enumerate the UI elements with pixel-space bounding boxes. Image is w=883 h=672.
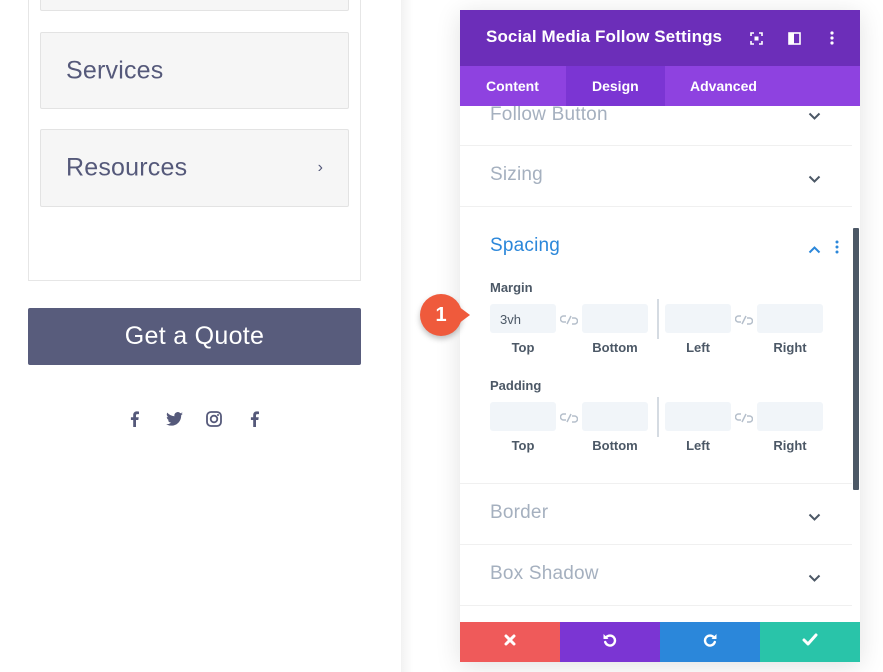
modal-title: Social Media Follow Settings <box>486 27 723 46</box>
get-a-quote-button[interactable]: Get a Quote <box>28 308 361 365</box>
tab-advanced[interactable]: Advanced <box>664 66 783 106</box>
margin-left-input[interactable] <box>665 304 731 333</box>
tab-design[interactable]: Design <box>566 66 665 106</box>
discard-button[interactable] <box>460 622 560 662</box>
link-icon[interactable] <box>559 411 579 423</box>
section-title: Border <box>490 502 549 523</box>
top-label: Top <box>511 340 535 355</box>
bottom-label: Bottom <box>592 340 638 355</box>
section-follow-button[interactable]: Follow Button <box>460 106 852 146</box>
left-label: Left <box>686 340 710 355</box>
chevron-up-icon[interactable] <box>808 241 821 259</box>
header-actions <box>746 28 842 48</box>
social-follow-row <box>124 408 264 430</box>
instagram-icon[interactable] <box>204 408 224 430</box>
chevron-right-icon: › <box>317 159 323 176</box>
step-badge: 1 <box>420 294 462 336</box>
link-icon[interactable] <box>734 411 754 423</box>
undo-button[interactable] <box>560 622 660 662</box>
more-options-icon[interactable] <box>822 28 842 48</box>
modal-header: Social Media Follow Settings <box>460 10 860 66</box>
facebook-icon[interactable] <box>244 408 264 430</box>
fullscreen-icon[interactable] <box>746 28 766 48</box>
split-view-icon[interactable] <box>784 28 804 48</box>
page-edge-shadow <box>401 0 413 672</box>
left-label: Left <box>686 438 710 453</box>
close-icon <box>504 633 516 651</box>
padding-left-input[interactable] <box>665 402 731 431</box>
save-button[interactable] <box>760 622 860 662</box>
padding-top-input[interactable] <box>490 402 556 431</box>
menu-item-services[interactable]: Services <box>40 32 349 109</box>
margin-bottom-input[interactable] <box>582 304 648 333</box>
chevron-down-icon <box>808 509 821 527</box>
step-badge-pointer <box>458 306 470 324</box>
menu-item-resources[interactable]: Resources › <box>40 129 349 207</box>
chevron-down-icon <box>808 171 821 189</box>
section-options-icon[interactable] <box>835 240 839 259</box>
section-border[interactable]: Border <box>460 484 852 545</box>
margin-right-input[interactable] <box>757 304 823 333</box>
modal-tabs: Content Design Advanced <box>460 66 860 106</box>
link-icon[interactable] <box>734 313 754 325</box>
section-spacing: Spacing Margin 3vh Top Bottom Left Right… <box>460 207 852 484</box>
modal-body: Follow Button Sizing Spacing Margin 3vh <box>460 106 860 622</box>
menu-item-label: Services <box>66 56 164 84</box>
link-icon[interactable] <box>559 313 579 325</box>
chevron-down-icon <box>808 108 821 126</box>
section-box-shadow[interactable]: Box Shadow <box>460 545 852 606</box>
section-sizing[interactable]: Sizing <box>460 146 852 207</box>
checkmark-icon <box>802 633 818 651</box>
menu-item-label: Resources <box>66 153 188 182</box>
page-preview: Services Resources › Get a Quote <box>0 0 403 672</box>
field-divider <box>657 299 659 339</box>
field-divider <box>657 397 659 437</box>
section-title: Box Shadow <box>490 563 599 584</box>
right-label: Right <box>773 438 807 453</box>
section-title[interactable]: Spacing <box>490 235 560 257</box>
undo-icon <box>602 632 618 653</box>
menu-item-partial[interactable] <box>40 0 349 11</box>
facebook-icon[interactable] <box>124 408 144 430</box>
settings-modal: Social Media Follow Settings Content Des… <box>460 10 860 662</box>
padding-right-input[interactable] <box>757 402 823 431</box>
margin-top-input[interactable]: 3vh <box>490 304 556 333</box>
get-a-quote-label: Get a Quote <box>124 322 265 350</box>
redo-icon <box>702 632 718 653</box>
modal-footer <box>460 622 860 662</box>
margin-label: Margin <box>490 280 533 295</box>
bottom-label: Bottom <box>592 438 638 453</box>
top-label: Top <box>511 438 535 453</box>
chevron-down-icon <box>808 570 821 588</box>
redo-button[interactable] <box>660 622 760 662</box>
right-label: Right <box>773 340 807 355</box>
scrollbar[interactable] <box>853 228 859 490</box>
padding-label: Padding <box>490 378 542 393</box>
section-title: Sizing <box>490 164 543 185</box>
twitter-icon[interactable] <box>164 408 184 430</box>
section-title: Follow Button <box>490 106 608 125</box>
tab-content[interactable]: Content <box>460 66 565 106</box>
padding-bottom-input[interactable] <box>582 402 648 431</box>
